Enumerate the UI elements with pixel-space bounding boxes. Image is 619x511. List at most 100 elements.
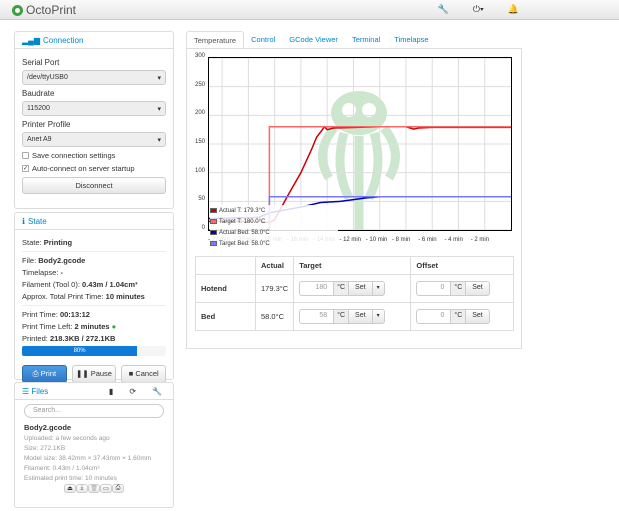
y-tick-label: 0 [201,225,205,231]
x-tick-label: - 12 min [339,237,362,243]
serial-port-label: Serial Port [22,58,60,67]
tab-terminal[interactable]: Terminal [345,31,387,48]
col-header-target: Target [293,256,412,275]
list-icon: ☰ [22,386,30,396]
signal-icon: ▂▄▆ [22,35,40,45]
x-tick-label: - 2 min [470,237,490,243]
tab-timelapse[interactable]: Timelapse [387,31,435,48]
tab-temperature[interactable]: Temperature [186,31,245,48]
file-model-size: Model size: 38.42mm × 37.43mm × 1.60mm [24,455,152,462]
y-tick-label: 200 [194,110,205,117]
load-icon[interactable]: ⏏ [64,484,76,493]
printed-value: 218.3KB / 272.1KB [49,334,116,343]
refresh-icon[interactable]: ⟳ [129,387,136,396]
row-name-bed: Bed [195,302,256,331]
wrench-icon[interactable]: 🔧 [152,387,162,396]
wrench-icon[interactable]: 🔧 [438,4,449,15]
table-row: Hotend 179.3°C 180 °C Set ▾ 0 °C Set [195,274,514,303]
printer-profile-select[interactable]: Anet A9 ▾ [22,132,166,147]
folder-icon[interactable]: ▭ [100,484,112,493]
hotend-offset-set-button[interactable]: Set [466,281,490,296]
trash-icon[interactable]: 🗑 [88,484,100,493]
legend-target-bed: Target Bed: 58.0°C [210,238,338,249]
unit-label: °C [451,309,467,324]
unit-label: °C [334,281,350,296]
connection-panel: ▂▄▆ Connection Serial Port /dev/ttyUSB0 ▾ … [14,31,174,209]
main-tabs: Temperature Control GCode Viewer Termina… [186,31,522,49]
hotend-target-set-button[interactable]: Set [349,281,373,296]
app-title: OctoPrint [26,3,77,17]
x-tick-label: - 8 min [391,237,411,243]
unit-label: °C [334,309,350,324]
cancel-button[interactable]: ■ Cancel [121,365,167,383]
files-panel: ☰ Files ▮ ⟳ 🔧 Search... Body2.gcode Uplo… [14,382,174,508]
col-header-offset: Offset [410,256,514,275]
hotend-target-input[interactable]: 180 [299,281,335,296]
time-left-value: 2 minutes [74,322,110,331]
bed-offset-input[interactable]: 0 [416,309,452,324]
tab-gcode-viewer[interactable]: GCode Viewer [282,31,345,48]
chart-legend: Actual T: 179.3°C Target T: 180.0°C Actu… [210,205,338,249]
files-search-input[interactable]: Search... [24,404,164,418]
legend-target-t: Target T: 180.0°C [210,216,338,227]
dropdown-caret-icon: ▾ [157,74,161,82]
y-tick-label: 50 [198,196,205,203]
pause-button[interactable]: ❚❚ Pause [71,365,117,383]
filament-value: 0.43m / 1.04cm³ [82,280,138,289]
bed-target-set-button[interactable]: Set [349,309,373,324]
power-icon[interactable]: ⏻▾ [473,4,484,15]
save-connection-checkbox[interactable]: Save connection settings [22,151,166,160]
row-name-hotend: Hotend [195,274,256,303]
navbar: OctoPrint 🔧 ⏻▾ 🔔 [0,0,619,20]
state-label: State: [22,238,42,247]
baudrate-select[interactable]: 115200 ▾ [22,101,166,116]
progress-fill: 80% [22,346,138,356]
tab-control[interactable]: Control [244,31,282,48]
connection-header[interactable]: ▂▄▆ Connection [15,32,173,49]
bed-target-input[interactable]: 58 [299,309,335,324]
print-file-icon[interactable]: ⎙ [112,484,124,493]
bed-actual: 58.0°C [254,302,295,331]
state-header[interactable]: ℹ State [15,213,173,230]
file-name: Body2.gcode [24,423,72,432]
dropdown-caret-icon: ▾ [157,136,161,144]
files-title[interactable]: ☰ Files [22,387,48,396]
file-value: Body2.gcode [38,256,86,265]
download-icon[interactable]: ⤓ [76,484,88,493]
bell-icon[interactable]: 🔔 [508,4,519,15]
serial-port-select[interactable]: /dev/ttyUSB0 ▾ [22,70,166,85]
unit-label: °C [451,281,467,296]
stop-icon: ■ [128,369,134,378]
status-dot-icon: ● [111,322,117,331]
printer-profile-label: Printer Profile [22,120,71,129]
print-icon: ⎙ [32,369,39,378]
disconnect-button[interactable]: Disconnect [22,177,166,194]
bed-offset-set-button[interactable]: Set [466,309,490,324]
file-filament: Filament: 0.43m / 1.04cm³ [24,465,100,472]
x-tick-label: - 10 min [365,237,388,243]
file-icon[interactable]: ▮ [109,387,113,396]
x-tick-label: - 6 min [418,237,437,243]
col-header-actual: Actual [254,256,295,275]
table-row: Bed 58.0°C 58 °C Set ▾ 0 °C Set [195,302,514,331]
hotend-offset-input[interactable]: 0 [416,281,452,296]
baudrate-label: Baudrate [22,89,55,98]
file-size: Size: 272.1KB [24,445,66,452]
bed-target-dropdown-icon[interactable]: ▾ [372,309,385,324]
brand[interactable]: OctoPrint [12,3,76,17]
state-value: Printing [43,238,73,247]
file-uploaded: Uploaded: a few seconds ago [24,435,110,442]
octoprint-logo-icon [12,4,23,16]
dropdown-caret-icon: ▾ [157,105,161,113]
hotend-actual: 179.3°C [254,274,295,303]
pause-icon: ❚❚ [76,369,89,378]
info-icon: ℹ [22,216,26,226]
y-tick-label: 150 [194,139,205,145]
hotend-target-dropdown-icon[interactable]: ▾ [372,281,385,296]
legend-actual-t: Actual T: 179.3°C [210,205,338,216]
legend-actual-bed: Actual Bed: 58.0°C [210,227,338,238]
autoconnect-checkbox[interactable]: ✓ Auto-connect on server startup [22,164,166,173]
timelapse-value: - [60,268,64,277]
print-button[interactable]: ⎙ Print [22,365,67,383]
y-tick-label: 250 [194,81,205,88]
